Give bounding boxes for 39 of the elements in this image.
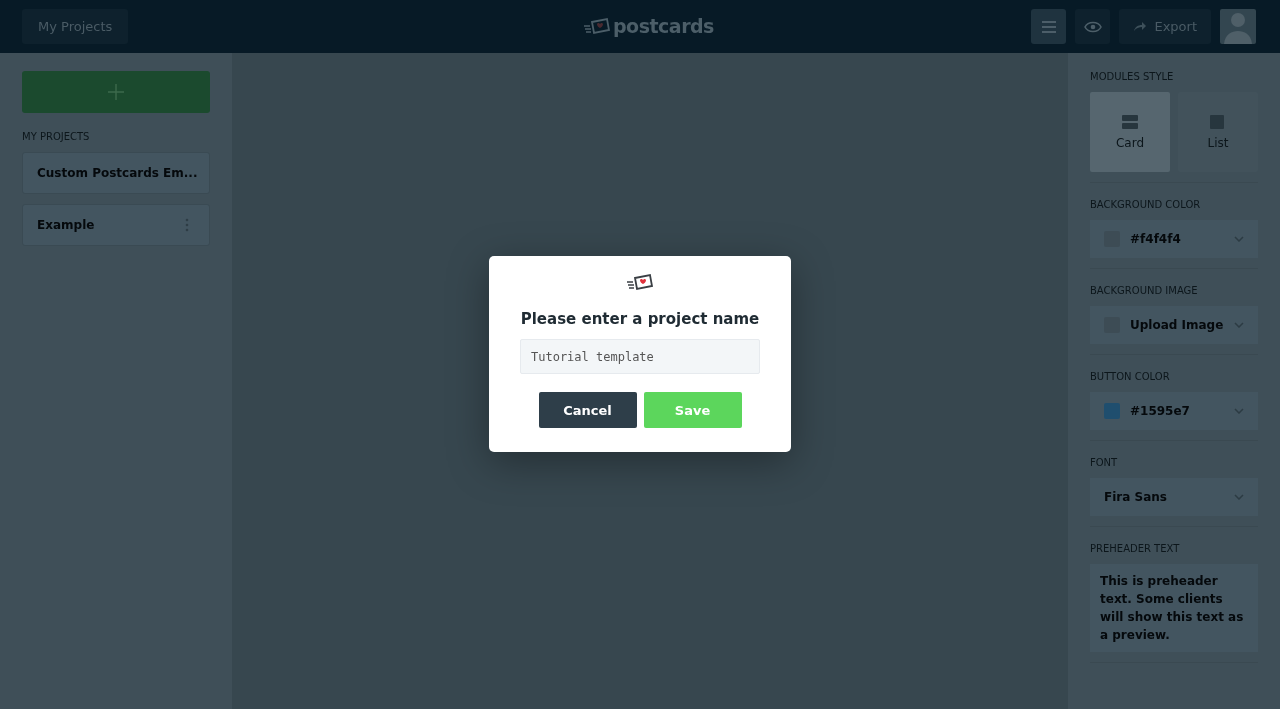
project-item[interactable]: Example xyxy=(22,204,210,246)
list-layout-icon xyxy=(1210,114,1226,129)
menu-icon xyxy=(1041,20,1056,33)
section-title: BACKGROUND IMAGE xyxy=(1090,285,1199,296)
export-button[interactable]: Export xyxy=(1119,9,1211,44)
save-button[interactable]: Save xyxy=(643,392,742,428)
menu-button[interactable] xyxy=(1031,9,1067,44)
logo-text: postcards xyxy=(613,15,714,37)
plus-icon xyxy=(108,84,124,100)
chevron-down-icon xyxy=(1234,236,1244,242)
section-title: MODULES STYLE xyxy=(1090,71,1175,82)
postcard-logo-icon xyxy=(583,17,611,35)
section-title: MY PROJECTS xyxy=(22,131,91,142)
postcard-icon xyxy=(626,273,654,291)
project-name: Custom Postcards Em... xyxy=(37,166,198,180)
project-name-input[interactable]: Tutorial template xyxy=(520,339,760,374)
section-title: BACKGROUND COLOR xyxy=(1090,199,1202,210)
upload-image-dropdown[interactable]: Upload Image xyxy=(1090,306,1258,344)
module-style-option[interactable]: Card xyxy=(1090,92,1170,172)
chevron-down-icon xyxy=(1234,494,1244,500)
project-name: Example xyxy=(37,218,95,232)
share-arrow-icon xyxy=(1133,21,1147,32)
chevron-down-icon xyxy=(1234,322,1244,328)
project-item[interactable]: Custom Postcards Em... xyxy=(22,152,210,194)
cancel-button[interactable]: Cancel xyxy=(538,392,637,428)
color-dropdown[interactable]: #1595e7 xyxy=(1090,392,1258,430)
avatar[interactable] xyxy=(1220,9,1256,44)
preview-button[interactable] xyxy=(1075,9,1111,44)
color-dropdown[interactable]: #f4f4f4 xyxy=(1090,220,1258,258)
my-projects-button[interactable]: My Projects xyxy=(22,9,129,44)
font-dropdown[interactable]: Fira Sans xyxy=(1090,478,1258,516)
card-layout-icon xyxy=(1122,114,1138,129)
dialog-title: Please enter a project name xyxy=(520,310,760,328)
section-title: BUTTON COLOR xyxy=(1090,371,1171,382)
eye-icon xyxy=(1083,20,1102,33)
preheader-text-field[interactable]: This is preheader text. Some clients will show this text as a preview. xyxy=(1090,564,1258,652)
section-title: FONT xyxy=(1090,457,1119,468)
chevron-down-icon xyxy=(1234,408,1244,414)
section-title: PREHEADER TEXT xyxy=(1090,543,1181,554)
